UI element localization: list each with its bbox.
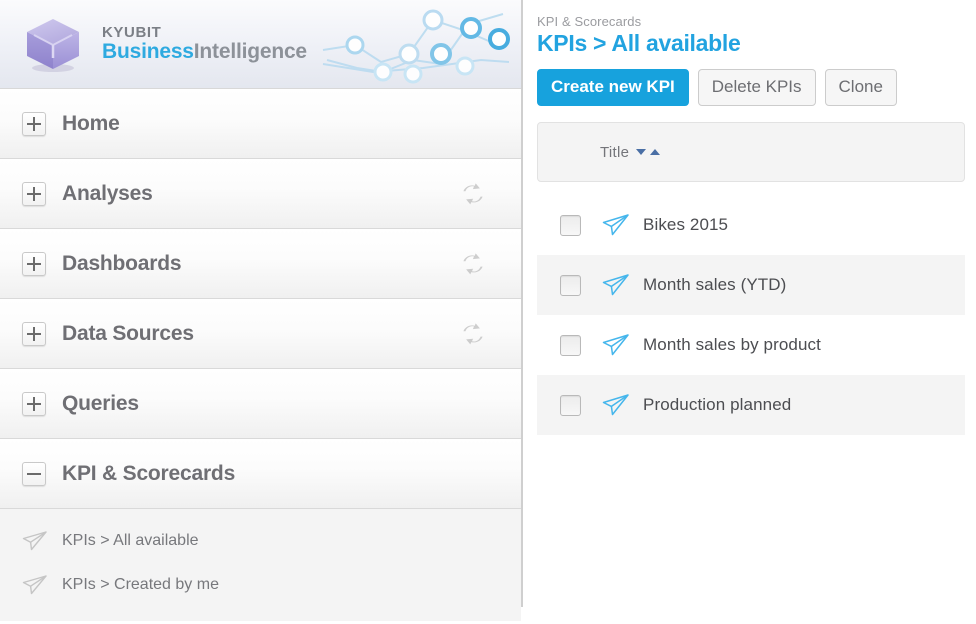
sidebar-item-kpi-scorecards[interactable]: KPI & Scorecards <box>0 439 521 509</box>
sort-ascending-icon[interactable] <box>650 149 661 156</box>
toolbar: Create new KPI Delete KPIs Clone <box>537 69 965 107</box>
refresh-icon[interactable] <box>461 322 485 346</box>
breadcrumb: KPI & Scorecards <box>537 14 642 29</box>
cube-icon <box>22 13 84 75</box>
sidebar-item-queries[interactable]: Queries <box>0 369 521 439</box>
paper-plane-icon <box>22 574 48 596</box>
brand-name-business: Business <box>102 39 194 63</box>
network-chart-icon <box>313 2 513 86</box>
brand-name-intelligence: Intelligence <box>193 39 307 63</box>
brand-header: KYUBIT BusinessIntelligence <box>0 0 521 89</box>
sort-descending-icon[interactable] <box>636 149 647 156</box>
row-title: Month sales (YTD) <box>643 275 787 295</box>
brand-name-kyubit: KYUBIT <box>102 23 162 41</box>
paper-plane-icon <box>22 530 48 552</box>
sidebar-subnav-kpi: KPIs > All available KPIs > Created by m… <box>0 509 521 621</box>
sidebar-item-dashboards[interactable]: Dashboards <box>0 229 521 299</box>
app-root: KYUBIT BusinessIntelligence Home Analyse… <box>0 0 976 624</box>
row-title: Production planned <box>643 395 792 415</box>
table-row[interactable]: Production planned <box>537 375 965 436</box>
paper-plane-icon <box>602 213 630 237</box>
sidebar-item-label: Home <box>62 111 120 135</box>
expand-toggle-icon[interactable] <box>22 321 46 346</box>
table-row[interactable]: Month sales (YTD) <box>537 255 965 316</box>
row-checkbox[interactable] <box>560 334 581 356</box>
kpi-list: Bikes 2015 Month sales (YTD) Month sales… <box>537 195 965 436</box>
sidebar-item-label: Analyses <box>62 181 153 205</box>
brand-name-bi: BusinessIntelligence <box>102 39 307 64</box>
collapse-toggle-icon[interactable] <box>22 461 46 486</box>
expand-toggle-icon[interactable] <box>22 111 46 136</box>
main-content: KPI & Scorecards KPIs > All available Cr… <box>523 0 976 624</box>
expand-toggle-icon[interactable] <box>22 251 46 276</box>
sidebar-item-label: KPI & Scorecards <box>62 461 236 485</box>
sidebar-subitem-kpis-created-by-me[interactable]: KPIs > Created by me <box>0 563 521 607</box>
paper-plane-icon <box>602 393 630 417</box>
sidebar: KYUBIT BusinessIntelligence Home Analyse… <box>0 0 523 621</box>
sidebar-item-label: Queries <box>62 391 139 415</box>
table-header: Title <box>537 122 965 183</box>
sidebar-subitem-kpis-all-available[interactable]: KPIs > All available <box>0 519 521 563</box>
expand-toggle-icon[interactable] <box>22 391 46 416</box>
delete-kpis-button[interactable]: Delete KPIs <box>697 69 816 107</box>
refresh-icon[interactable] <box>461 252 485 276</box>
table-row[interactable]: Month sales by product <box>537 315 965 376</box>
brand-wordmark: KYUBIT BusinessIntelligence <box>102 23 307 64</box>
paper-plane-icon <box>602 273 630 297</box>
refresh-icon[interactable] <box>461 182 485 206</box>
sidebar-item-label: Dashboards <box>62 251 182 275</box>
page-title: KPIs > All available <box>537 30 741 56</box>
row-title: Bikes 2015 <box>643 215 729 235</box>
clone-button[interactable]: Clone <box>824 69 897 107</box>
sidebar-subitem-label: KPIs > Created by me <box>62 576 219 593</box>
row-checkbox[interactable] <box>560 394 581 416</box>
sidebar-subitem-label: KPIs > All available <box>62 532 199 549</box>
sidebar-item-label: Data Sources <box>62 321 194 345</box>
create-new-kpi-button[interactable]: Create new KPI <box>537 69 689 107</box>
sidebar-nav: Home Analyses Dashboards Data Sources Qu… <box>0 89 521 621</box>
paper-plane-icon <box>602 333 630 357</box>
column-header-title: Title <box>600 143 630 161</box>
row-checkbox[interactable] <box>560 274 581 296</box>
table-row[interactable]: Bikes 2015 <box>537 195 965 256</box>
sidebar-item-data-sources[interactable]: Data Sources <box>0 299 521 369</box>
row-title: Month sales by product <box>643 335 821 355</box>
expand-toggle-icon[interactable] <box>22 181 46 206</box>
sidebar-item-home[interactable]: Home <box>0 89 521 159</box>
row-checkbox[interactable] <box>560 214 581 236</box>
sort-controls[interactable] <box>636 149 661 156</box>
sidebar-item-analyses[interactable]: Analyses <box>0 159 521 229</box>
